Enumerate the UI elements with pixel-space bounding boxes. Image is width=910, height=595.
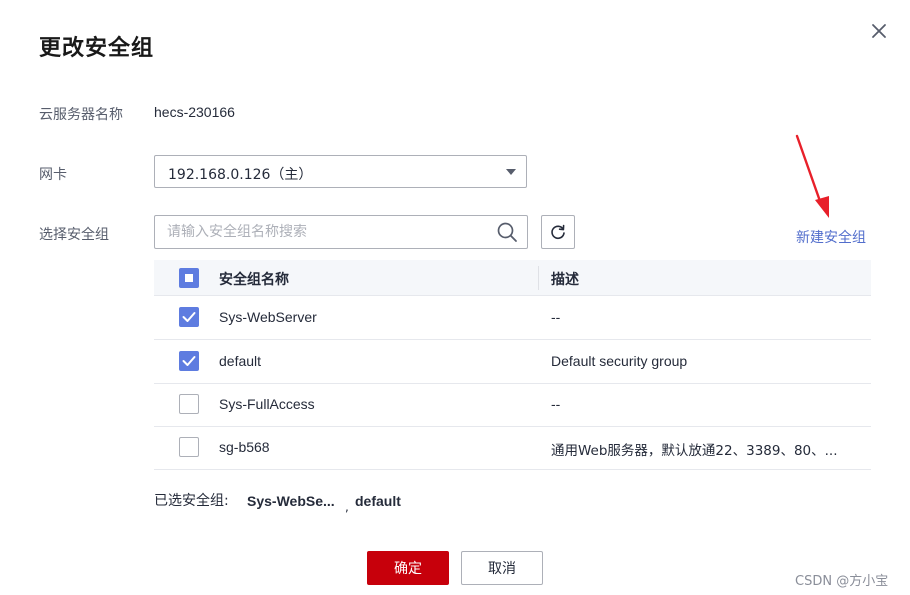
cancel-button[interactable]: 取消 [461,551,543,585]
column-divider [538,266,539,290]
row-checkbox[interactable] [179,307,199,327]
table-row[interactable]: Sys-WebServer -- [154,296,871,340]
table-row[interactable]: default Default security group [154,340,871,384]
security-group-label: 选择安全组 [39,227,109,243]
dialog-title: 更改安全组 [39,36,155,61]
column-header-description: 描述 [551,272,579,288]
column-header-name: 安全组名称 [219,272,289,288]
check-icon [182,356,196,366]
row-name: Sys-WebServer [219,309,317,325]
row-description: Default security group [551,353,688,369]
annotation-arrow [795,134,829,218]
watermark: CSDN @方小宝 [795,574,889,589]
row-description: 通用Web服务器，默认放通22、3389、80、... [551,443,838,459]
search-icon[interactable] [496,221,518,243]
server-name-value: hecs-230166 [154,104,235,120]
table-header: 安全组名称 描述 [154,260,871,296]
row-description: -- [551,396,561,412]
row-checkbox[interactable] [179,351,199,371]
confirm-button[interactable]: 确定 [367,551,449,585]
search-box[interactable] [154,215,528,249]
nic-label: 网卡 [39,167,67,183]
nic-select[interactable]: 192.168.0.126（主） [154,155,527,188]
nic-selected-value: 192.168.0.126（主） [168,167,313,183]
selected-group-tag: default [355,493,401,509]
check-icon [182,312,196,322]
row-checkbox[interactable] [179,394,199,414]
close-icon[interactable] [868,20,890,42]
chevron-down-icon [506,169,516,175]
row-name: sg-b568 [219,439,270,455]
row-description: -- [551,309,561,325]
row-checkbox[interactable] [179,437,199,457]
selected-separator: , [345,500,349,514]
selected-group-tag: Sys-WebSe... [247,493,335,509]
search-input[interactable] [167,223,487,241]
server-name-label: 云服务器名称 [39,107,123,123]
row-name: Sys-FullAccess [219,396,315,412]
table-row[interactable]: Sys-FullAccess -- [154,383,871,427]
selected-groups-label: 已选安全组: [154,493,229,509]
select-all-checkbox[interactable] [179,268,199,288]
row-name: default [219,353,262,369]
table-row[interactable]: sg-b568 通用Web服务器，默认放通22、3389、80、... [154,426,871,470]
refresh-button[interactable] [541,215,575,249]
new-security-group-link[interactable]: 新建安全组 [796,227,866,247]
refresh-icon [551,224,565,240]
